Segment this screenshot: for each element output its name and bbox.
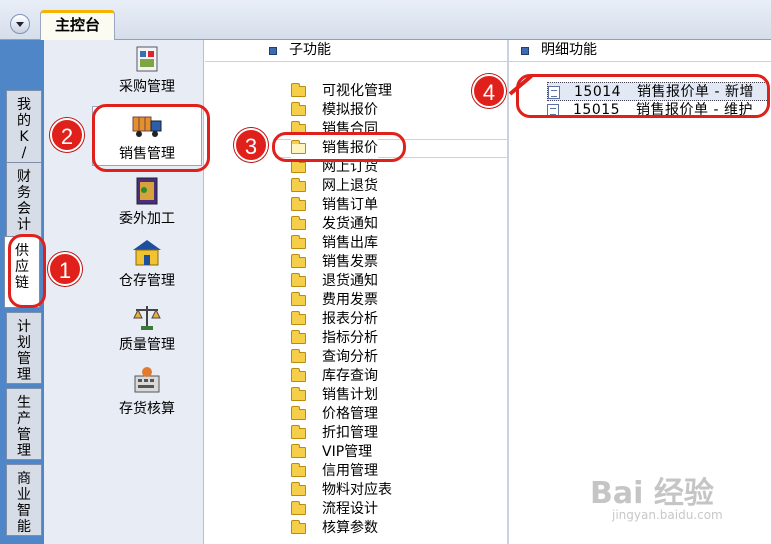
- sub-function-item[interactable]: 模拟报价: [291, 101, 378, 120]
- sub-function-item[interactable]: 销售计划: [291, 386, 378, 405]
- folder-icon: [291, 291, 306, 306]
- step-marker-3: 3: [234, 128, 268, 162]
- folder-icon: [291, 253, 306, 268]
- sub-function-item[interactable]: 指标分析: [291, 329, 378, 348]
- sub-function-item[interactable]: 查询分析: [291, 348, 378, 367]
- step-marker-1: 1: [48, 252, 82, 286]
- folder-icon: [291, 101, 306, 116]
- side-tab-business-intelligence[interactable]: 商业智能: [6, 464, 42, 536]
- folder-icon: [291, 500, 306, 515]
- folder-icon: [291, 82, 306, 97]
- sub-function-item[interactable]: 物料对应表: [291, 481, 392, 500]
- module-label: 存货核算: [119, 401, 175, 417]
- folder-icon: [291, 348, 306, 363]
- module-purchase[interactable]: 采购管理: [92, 44, 202, 96]
- folder-icon: [291, 196, 306, 211]
- module-quality[interactable]: 质量管理: [92, 302, 202, 354]
- folder-icon: [291, 310, 306, 325]
- module-outsourcing[interactable]: 委外加工: [92, 176, 202, 228]
- top-bar: 主控台: [0, 0, 771, 40]
- sub-function-item[interactable]: 信用管理: [291, 462, 378, 481]
- sub-function-header: 子功能: [205, 40, 507, 62]
- watermark-url: jingyan.baidu.com: [612, 508, 723, 522]
- folder-icon: [291, 177, 306, 192]
- sub-function-item[interactable]: 报表分析: [291, 310, 378, 329]
- outsource-icon: [131, 176, 163, 206]
- folder-icon: [291, 234, 306, 249]
- sub-function-item[interactable]: 销售订单: [291, 196, 378, 215]
- side-tab-label: 财务会计: [17, 169, 31, 233]
- purchase-icon: [131, 44, 163, 74]
- sub-function-item[interactable]: 库存查询: [291, 367, 378, 386]
- tab-main-console[interactable]: 主控台: [40, 10, 116, 40]
- highlight-quote-new: [516, 74, 770, 118]
- sub-function-item[interactable]: VIP管理: [291, 443, 372, 462]
- module-label: 质量管理: [119, 337, 175, 353]
- highlight-supply-chain: [8, 234, 46, 308]
- sub-function-item[interactable]: 销售发票: [291, 253, 378, 272]
- folder-icon: [291, 158, 306, 173]
- sub-function-item[interactable]: 网上退货: [291, 177, 378, 196]
- folder-icon: [291, 405, 306, 420]
- folder-icon: [291, 424, 306, 439]
- inventory-calc-icon: [131, 366, 163, 396]
- sub-function-item[interactable]: 可视化管理: [291, 82, 392, 101]
- folder-icon: [291, 462, 306, 477]
- step-marker-4: 4: [472, 74, 506, 108]
- module-label: 委外加工: [119, 211, 175, 227]
- module-label: 仓存管理: [119, 273, 175, 289]
- header-bullet-icon: [269, 47, 277, 55]
- side-tab-label: 生产管理: [17, 395, 31, 459]
- warehouse-icon: [131, 238, 163, 268]
- folder-icon: [291, 481, 306, 496]
- module-inventory-accounting[interactable]: 存货核算: [92, 366, 202, 418]
- highlight-sales-quote: [272, 132, 406, 162]
- watermark-logo: Bai 经验: [590, 476, 714, 511]
- side-tab-planning[interactable]: 计划管理: [6, 312, 42, 384]
- folder-icon: [291, 386, 306, 401]
- sub-function-item[interactable]: 价格管理: [291, 405, 378, 424]
- sub-function-item[interactable]: 发货通知: [291, 215, 378, 234]
- folder-icon: [291, 215, 306, 230]
- sub-function-item[interactable]: 费用发票: [291, 291, 378, 310]
- sub-function-item[interactable]: 退货通知: [291, 272, 378, 291]
- sub-function-panel: 子功能 可视化管理 模拟报价 销售合同 销售报价 网上订货 网上退货 销售订单 发货通知 销售出…: [205, 40, 507, 544]
- folder-icon: [291, 443, 306, 458]
- quality-scale-icon: [131, 302, 163, 332]
- sub-function-item[interactable]: 核算参数: [291, 519, 378, 538]
- folder-icon: [291, 272, 306, 287]
- step-marker-2: 2: [50, 118, 84, 152]
- side-tab-label: 计划管理: [17, 319, 31, 383]
- folder-icon: [291, 519, 306, 534]
- sub-function-item[interactable]: 折扣管理: [291, 424, 378, 443]
- side-tab-production[interactable]: 生产管理: [6, 388, 42, 460]
- menu-dropdown-button[interactable]: [10, 14, 30, 34]
- folder-icon: [291, 367, 306, 382]
- sub-function-item[interactable]: 销售出库: [291, 234, 378, 253]
- module-warehouse[interactable]: 仓存管理: [92, 238, 202, 290]
- folder-icon: [291, 329, 306, 344]
- module-label: 采购管理: [119, 79, 175, 95]
- highlight-sales-module: [92, 104, 210, 172]
- sub-function-item[interactable]: 流程设计: [291, 500, 378, 519]
- side-tab-finance[interactable]: 财务会计: [6, 162, 42, 240]
- header-bullet-icon: [521, 47, 529, 55]
- side-tab-label: 商业智能: [17, 471, 31, 535]
- detail-function-header: 明细功能: [509, 40, 771, 62]
